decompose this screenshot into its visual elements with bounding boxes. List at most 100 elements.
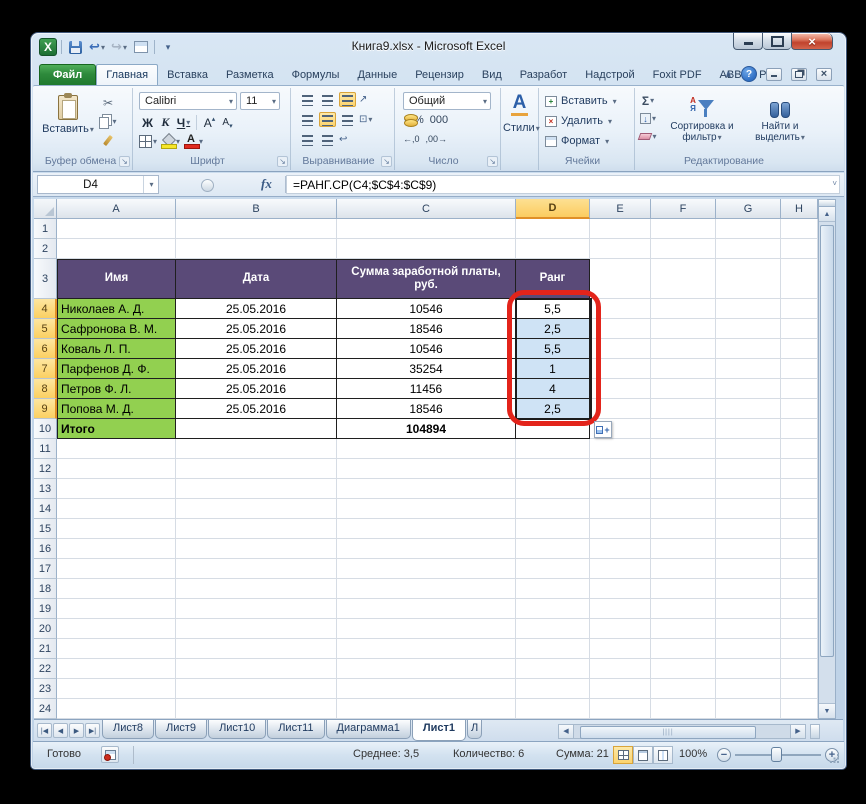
cell-F17[interactable] [651,559,716,579]
cell-C9[interactable]: 18546 [337,399,516,419]
number-dialog-launcher[interactable]: ↘ [487,156,498,167]
cell-B11[interactable] [176,439,337,459]
cell-A24[interactable] [57,699,176,719]
normal-view-button[interactable] [613,746,633,764]
cell-B19[interactable] [176,599,337,619]
cell-C8[interactable]: 11456 [337,379,516,399]
cell-E11[interactable] [590,439,651,459]
cell-C3[interactable]: Сумма заработной платы, руб. [337,259,516,299]
cell-G18[interactable] [716,579,781,599]
delete-cells-button[interactable]: × Удалить [545,115,612,127]
decrease-decimal-button[interactable]: ,00→ [426,134,448,144]
cell-A12[interactable] [57,459,176,479]
alignment-dialog-launcher[interactable]: ↘ [381,156,392,167]
cell-C20[interactable] [337,619,516,639]
scroll-right-button[interactable]: ▶ [790,723,806,739]
cell-B24[interactable] [176,699,337,719]
row-header-12[interactable]: 12 [34,459,57,479]
cell-H19[interactable] [781,599,818,619]
cell-C2[interactable] [337,239,516,259]
column-header-F[interactable]: F [651,199,716,219]
tab-developer[interactable]: Разработ [511,65,576,85]
cell-C7[interactable]: 35254 [337,359,516,379]
align-left-button[interactable] [299,112,316,127]
copy-button[interactable] [99,113,117,130]
zoom-out-button[interactable]: − [717,748,731,762]
tab-data[interactable]: Данные [348,65,406,85]
cell-C14[interactable] [337,499,516,519]
cell-C10[interactable]: 104894 [337,419,516,439]
close-button[interactable] [791,33,833,50]
cell-G5[interactable] [716,319,781,339]
orientation-icon[interactable]: ↗ [359,94,367,105]
cell-H18[interactable] [781,579,818,599]
cell-B3[interactable]: Дата [176,259,337,299]
fill-color-button[interactable] [161,133,180,150]
cell-H12[interactable] [781,459,818,479]
cell-G15[interactable] [716,519,781,539]
cell-C12[interactable] [337,459,516,479]
cell-D14[interactable] [516,499,590,519]
cell-D7[interactable]: 1 [516,359,590,379]
cell-C5[interactable]: 18546 [337,319,516,339]
cell-E14[interactable] [590,499,651,519]
wrap-text-icon[interactable]: ↩ [339,134,347,145]
merge-center-button[interactable]: ⊡ [359,114,372,125]
cut-button[interactable]: ✂ [99,94,117,111]
cell-D8[interactable]: 4 [516,379,590,399]
paste-button[interactable]: Вставить [42,92,91,154]
row-header-10[interactable]: 10 [34,419,57,439]
row-header-11[interactable]: 11 [34,439,57,459]
scroll-down-button[interactable]: ▼ [819,703,835,718]
cell-B15[interactable] [176,519,337,539]
cell-B16[interactable] [176,539,337,559]
cell-E19[interactable] [590,599,651,619]
cell-H16[interactable] [781,539,818,559]
cell-H2[interactable] [781,239,818,259]
tab-insert[interactable]: Вставка [158,65,217,85]
cell-H20[interactable] [781,619,818,639]
cell-C19[interactable] [337,599,516,619]
cell-A20[interactable] [57,619,176,639]
align-right-button[interactable] [339,112,356,127]
cell-G9[interactable] [716,399,781,419]
cell-F15[interactable] [651,519,716,539]
increase-indent-button[interactable] [319,132,336,147]
row-header-17[interactable]: 17 [34,559,57,579]
cell-C13[interactable] [337,479,516,499]
cell-F8[interactable] [651,379,716,399]
cell-A17[interactable] [57,559,176,579]
shrink-font-button[interactable]: А [219,114,236,131]
cell-G14[interactable] [716,499,781,519]
sheet-tab-list1-active[interactable]: Лист1 [411,720,466,741]
cell-A6[interactable]: Коваль Л. П. [57,339,176,359]
cell-H17[interactable] [781,559,818,579]
workbook-minimize-button[interactable] [766,67,782,81]
font-dialog-launcher[interactable]: ↘ [277,156,288,167]
cell-A4[interactable]: Николаев А. Д. [57,299,176,319]
cell-E15[interactable] [590,519,651,539]
cell-B10[interactable] [176,419,337,439]
tab-page-layout[interactable]: Разметка [217,65,283,85]
styles-button[interactable]: А Стили [503,93,536,135]
column-header-A[interactable]: A [57,199,176,219]
cell-A2[interactable] [57,239,176,259]
cell-F5[interactable] [651,319,716,339]
underline-button[interactable]: Ч [175,114,192,131]
sort-filter-button[interactable]: АЯ Сортировка и фильтр [665,92,739,144]
horizontal-scrollbar[interactable]: ◀ |||| ▶ [558,723,826,739]
cell-A1[interactable] [57,219,176,239]
row-header-5[interactable]: 5 [34,319,57,339]
accounting-format-button[interactable] [403,114,408,126]
clipboard-dialog-launcher[interactable]: ↘ [119,156,130,167]
cell-E8[interactable] [590,379,651,399]
cell-E3[interactable] [590,259,651,299]
row-header-19[interactable]: 19 [34,599,57,619]
cell-F24[interactable] [651,699,716,719]
cell-D23[interactable] [516,679,590,699]
cell-F19[interactable] [651,599,716,619]
cell-C6[interactable]: 10546 [337,339,516,359]
cell-F21[interactable] [651,639,716,659]
cell-B5[interactable]: 25.05.2016 [176,319,337,339]
cell-D9[interactable]: 2,5 [516,399,590,419]
